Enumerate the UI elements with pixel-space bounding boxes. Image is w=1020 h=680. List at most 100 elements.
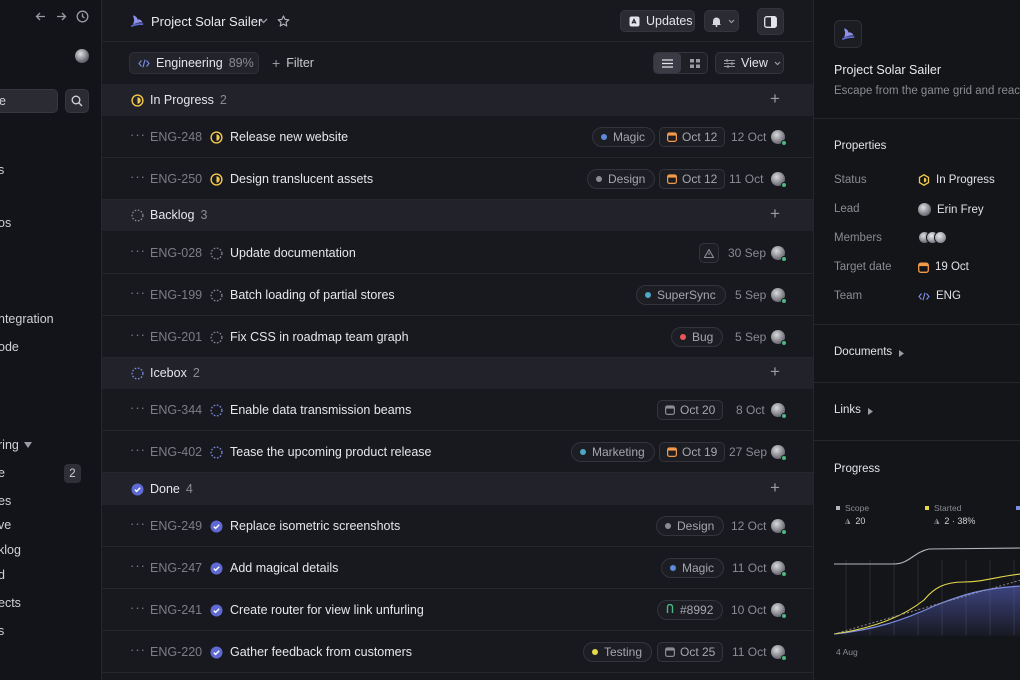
assignee-avatar[interactable] xyxy=(771,519,787,535)
issue-row[interactable]: ··· ENG-248 Release new website Magic Oct 12… xyxy=(102,116,813,158)
team-value[interactable]: ENG xyxy=(918,290,961,302)
issue-title[interactable]: Gather feedback from customers xyxy=(230,645,412,659)
issue-title[interactable]: Tease the upcoming product release xyxy=(230,445,432,459)
forward-arrow-icon[interactable] xyxy=(55,9,67,23)
backlog-status-icon[interactable] xyxy=(209,288,223,302)
back-arrow-icon[interactable] xyxy=(34,9,46,23)
sidebar-item-6[interactable]: es xyxy=(0,494,11,508)
issue-row[interactable]: ··· ENG-344 Enable data transmission beams… xyxy=(102,389,813,431)
members-avatars[interactable] xyxy=(918,231,954,245)
history-clock-icon[interactable] xyxy=(75,9,89,23)
group-header-done[interactable]: Done 4 + xyxy=(102,473,813,505)
sidebar-item-10[interactable]: ects xyxy=(0,596,21,610)
toggle-panel-button[interactable] xyxy=(757,8,784,35)
group-header-backlog[interactable]: Backlog 3 + xyxy=(102,199,813,231)
issue-title[interactable]: Fix CSS in roadmap team graph xyxy=(230,330,409,344)
sidebar-item-9[interactable]: d xyxy=(0,568,5,582)
assignee-avatar[interactable] xyxy=(771,445,787,461)
issue-title[interactable]: Add magical details xyxy=(230,561,338,575)
backlog-status-icon[interactable] xyxy=(209,246,223,260)
status-value[interactable]: In Progress xyxy=(918,174,995,186)
icebox-status-icon[interactable] xyxy=(209,403,223,417)
team-filter-chip[interactable]: Engineering 89% xyxy=(129,52,259,74)
page-title[interactable]: Project Solar Sailer xyxy=(151,14,262,29)
assignee-avatar[interactable] xyxy=(771,603,787,619)
sidebar-item-7[interactable]: ve xyxy=(0,518,11,532)
more-options-icon[interactable]: ··· xyxy=(130,169,146,184)
done-status-icon[interactable] xyxy=(209,561,223,575)
label-chip[interactable]: Design xyxy=(587,169,656,189)
more-options-icon[interactable]: ··· xyxy=(130,327,146,342)
backlog-status-icon[interactable] xyxy=(209,330,223,344)
label-chip[interactable]: Bug xyxy=(671,327,724,347)
issue-title[interactable]: Design translucent assets xyxy=(230,172,373,186)
more-options-icon[interactable]: ··· xyxy=(130,516,146,531)
due-date-chip[interactable]: Oct 19 xyxy=(659,442,726,462)
icebox-status-icon[interactable] xyxy=(209,445,223,459)
more-options-icon[interactable]: ··· xyxy=(130,442,146,457)
filter-button[interactable]: + Filter xyxy=(272,55,314,71)
issue-row[interactable]: ··· ENG-028 Update documentation 30 Sep xyxy=(102,232,813,274)
due-date-chip[interactable]: Oct 12 xyxy=(659,127,726,147)
done-status-icon[interactable] xyxy=(209,645,223,659)
label-chip[interactable]: Magic xyxy=(592,127,656,147)
due-date-chip[interactable]: Oct 25 xyxy=(657,642,724,662)
sidebar-search-field[interactable]: e xyxy=(0,89,58,113)
issue-title[interactable]: Update documentation xyxy=(230,246,356,260)
more-options-icon[interactable]: ··· xyxy=(130,558,146,573)
group-header-in-progress[interactable]: In Progress 2 + xyxy=(102,84,813,116)
issue-title[interactable]: Enable data transmission beams xyxy=(230,403,411,417)
assignee-avatar[interactable] xyxy=(771,130,787,146)
due-date-chip[interactable]: Oct 12 xyxy=(659,169,726,189)
caret-right-icon[interactable] xyxy=(866,406,874,416)
more-options-icon[interactable]: ··· xyxy=(130,243,146,258)
issue-title[interactable]: Release new website xyxy=(230,130,348,144)
issue-row[interactable]: ··· ENG-247 Add magical details Magic 11 Oct xyxy=(102,547,813,589)
issue-row[interactable]: ··· ENG-199 Batch loading of partial store… xyxy=(102,274,813,316)
add-issue-plus-icon[interactable]: + xyxy=(770,478,780,498)
links-heading[interactable]: Links xyxy=(834,404,861,416)
add-issue-plus-icon[interactable]: + xyxy=(770,204,780,224)
issue-title[interactable]: Replace isometric screenshots xyxy=(230,519,400,533)
label-chip[interactable]: #8992 xyxy=(657,600,724,620)
notifications-button[interactable] xyxy=(704,10,739,32)
lead-value[interactable]: Erin Frey xyxy=(918,203,984,216)
chevron-down-icon[interactable] xyxy=(23,440,33,450)
user-avatar[interactable] xyxy=(75,49,89,63)
assignee-avatar[interactable] xyxy=(771,172,787,188)
sidebar-item-3[interactable]: ode xyxy=(0,340,19,354)
documents-heading[interactable]: Documents xyxy=(834,346,892,358)
label-chip[interactable]: Design xyxy=(656,516,725,536)
issue-title[interactable]: Batch loading of partial stores xyxy=(230,288,395,302)
more-options-icon[interactable]: ··· xyxy=(130,400,146,415)
label-chip[interactable]: Marketing xyxy=(571,442,655,462)
issue-title[interactable]: Create router for view link unfurling xyxy=(230,603,424,617)
issue-row[interactable]: ··· ENG-250 Design translucent assets Desig… xyxy=(102,158,813,200)
label-chip[interactable]: Testing xyxy=(583,642,653,662)
assignee-avatar[interactable] xyxy=(771,645,787,661)
due-date-chip[interactable]: Oct 20 xyxy=(657,400,724,420)
done-status-icon[interactable] xyxy=(209,519,223,533)
assignee-avatar[interactable] xyxy=(771,403,787,419)
add-issue-plus-icon[interactable]: + xyxy=(770,362,780,382)
assignee-avatar[interactable] xyxy=(771,246,787,262)
list-view-icon[interactable] xyxy=(654,53,681,73)
more-options-icon[interactable]: ··· xyxy=(130,600,146,615)
in-progress-status-icon[interactable] xyxy=(209,172,223,186)
label-chip[interactable]: SuperSync xyxy=(636,285,726,305)
sidebar-item-1[interactable]: os xyxy=(0,216,11,230)
sidebar-item-0[interactable]: s xyxy=(0,163,4,177)
done-status-icon[interactable] xyxy=(209,603,223,617)
target-date-value[interactable]: 19 Oct xyxy=(918,261,969,273)
chevron-down-icon[interactable] xyxy=(258,16,268,26)
in-progress-status-icon[interactable] xyxy=(209,130,223,144)
sidebar-item-8[interactable]: klog xyxy=(0,543,21,557)
priority-icon[interactable] xyxy=(699,243,719,263)
search-button[interactable] xyxy=(65,89,89,113)
issue-row[interactable]: ··· ENG-249 Replace isometric screenshots D… xyxy=(102,505,813,547)
issue-row[interactable]: ··· ENG-201 Fix CSS in roadmap team graph B… xyxy=(102,316,813,358)
star-icon[interactable] xyxy=(276,14,290,28)
assignee-avatar[interactable] xyxy=(771,561,787,577)
assignee-avatar[interactable] xyxy=(771,330,787,346)
view-options-button[interactable]: View xyxy=(715,52,784,74)
